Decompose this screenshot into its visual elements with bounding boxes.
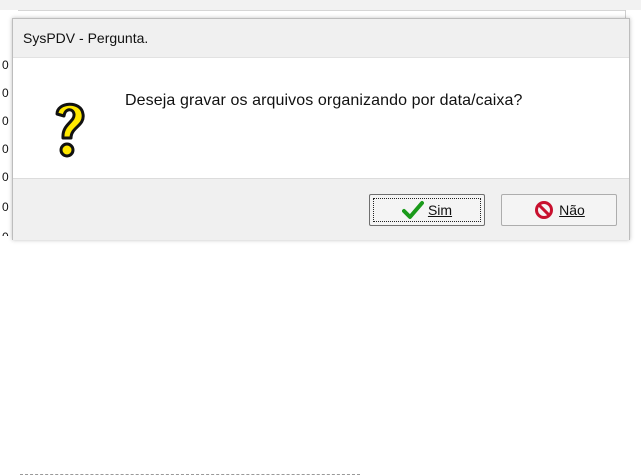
background-digit: 0 [2,86,9,100]
dialog-content: Deseja gravar os arquivos organizando po… [13,58,629,178]
dialog-message: Deseja gravar os arquivos organizando po… [125,92,523,109]
question-dialog: SysPDV - Pergunta. Deseja gravar os arqu… [12,18,630,240]
no-entry-icon [533,200,555,220]
background-digit: 0 [2,200,9,214]
nao-button-label: Não [559,202,585,218]
background-digit: 0 [2,170,9,184]
background-digit: 0 [2,58,9,72]
background-digit: 0 [2,114,9,128]
dialog-title: SysPDV - Pergunta. [23,30,149,46]
sim-button[interactable]: Sim [369,194,485,226]
sim-button-label: Sim [427,202,453,218]
background-window-topbar [0,0,641,11]
background-digit: 0 [2,142,9,156]
dialog-titlebar[interactable]: SysPDV - Pergunta. [13,19,629,58]
dialog-footer: Sim Não [13,178,629,240]
question-icon [55,102,85,158]
nao-button[interactable]: Não [501,194,617,226]
check-icon [401,200,424,220]
